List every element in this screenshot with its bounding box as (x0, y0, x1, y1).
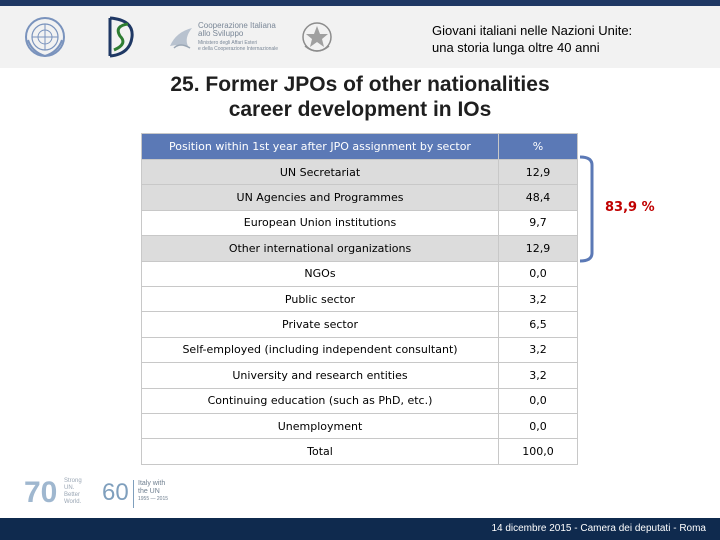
slide-title-line2: career development in IOs (228, 98, 492, 121)
table-row: Public sector 3,2 (141, 285, 578, 313)
row-percent: 3,2 (498, 336, 578, 364)
table-row: Other international organizations 12,9 (141, 235, 578, 262)
table-row: Continuing education (such as PhD, etc.)… (141, 387, 578, 414)
row-percent: 12,9 (498, 235, 578, 262)
row-sector: Continuing education (such as PhD, etc.) (141, 387, 499, 414)
bracket-total-value: 83,9 % (605, 200, 655, 215)
row-sector: European Union institutions (141, 209, 499, 237)
row-sector: NGOs (141, 260, 499, 287)
event-title-line2: una storia lunga oltre 40 anni (432, 40, 600, 55)
row-percent: 3,2 (498, 285, 578, 313)
un60-number: 60 (102, 479, 129, 506)
row-percent: 0,0 (498, 387, 578, 414)
dove-icon (170, 28, 192, 49)
coop-logo: Cooperazione Italiana allo Sviluppo Mini… (168, 22, 288, 56)
slide-title: 25. Former JPOs of other nationalities c… (110, 72, 610, 122)
table-row: Unemployment 0,0 (141, 412, 578, 440)
un60-caption-2: the UN (138, 488, 160, 495)
row-percent: 6,5 (498, 311, 578, 338)
footer-text: 14 dicembre 2015 - Camera dei deputati -… (491, 523, 706, 534)
table-row: UN Secretariat 12,9 (141, 158, 578, 186)
italy-un60-logo-icon: 60 Italy with the UN 1955 — 2015 (100, 476, 196, 512)
italian-emblem-icon (302, 22, 332, 52)
row-percent: 3,2 (498, 362, 578, 389)
header-sector: Position within 1st year after JPO assig… (141, 133, 499, 160)
coop-logo-line4: e della Cooperazione Internazionale (198, 46, 279, 52)
row-sector: Self-employed (including independent con… (141, 336, 499, 364)
bottom-bar: 14 dicembre 2015 - Camera dei deputati -… (0, 518, 720, 540)
table-row: Self-employed (including independent con… (141, 336, 578, 364)
row-sector: Other international organizations (141, 235, 499, 262)
ds-monogram-icon (108, 16, 134, 58)
event-title: Giovani italiani nelle Nazioni Unite: un… (432, 22, 712, 56)
header-percent: % (498, 133, 578, 160)
table-row: UN Agencies and Programmes 48,4 (141, 184, 578, 211)
table-row: University and research entities 3,2 (141, 362, 578, 389)
table-row: European Union institutions 9,7 (141, 209, 578, 237)
un-emblem-icon (25, 17, 65, 58)
row-percent: 12,9 (498, 158, 578, 186)
row-sector: University and research entities (141, 362, 499, 389)
slide-title-line1: 25. Former JPOs of other nationalities (170, 73, 550, 96)
row-sector: Total (141, 438, 499, 465)
row-sector: Public sector (141, 285, 499, 313)
un70-logo-icon: 70 Strong UN. Better World. (24, 476, 94, 512)
un70-tagline-3: Better (64, 492, 81, 498)
un70-tagline-1: Strong (64, 478, 82, 484)
coop-logo-line2: allo Sviluppo (198, 29, 244, 38)
row-percent: 100,0 (498, 438, 578, 465)
table-row: NGOs 0,0 (141, 260, 578, 287)
row-percent: 48,4 (498, 184, 578, 211)
row-sector: Unemployment (141, 412, 499, 440)
row-sector: Private sector (141, 311, 499, 338)
table-row-total: Total 100,0 (141, 438, 578, 465)
row-percent: 0,0 (498, 412, 578, 440)
un70-tagline-4: World. (64, 499, 82, 505)
event-title-line1: Giovani italiani nelle Nazioni Unite: (432, 23, 633, 38)
row-percent: 0,0 (498, 260, 578, 287)
row-percent: 9,7 (498, 209, 578, 237)
table-row: Private sector 6,5 (141, 311, 578, 338)
career-table: Position within 1st year after JPO assig… (141, 133, 578, 465)
un70-tagline-2: UN. (64, 485, 75, 491)
un60-years: 1955 — 2015 (138, 496, 169, 502)
row-sector: UN Agencies and Programmes (141, 184, 499, 211)
right-bracket-icon (579, 155, 594, 263)
table-header-row: Position within 1st year after JPO assig… (141, 133, 578, 160)
un70-number: 70 (24, 476, 58, 509)
row-sector: UN Secretariat (141, 158, 499, 186)
un60-caption-1: Italy with (138, 480, 166, 487)
